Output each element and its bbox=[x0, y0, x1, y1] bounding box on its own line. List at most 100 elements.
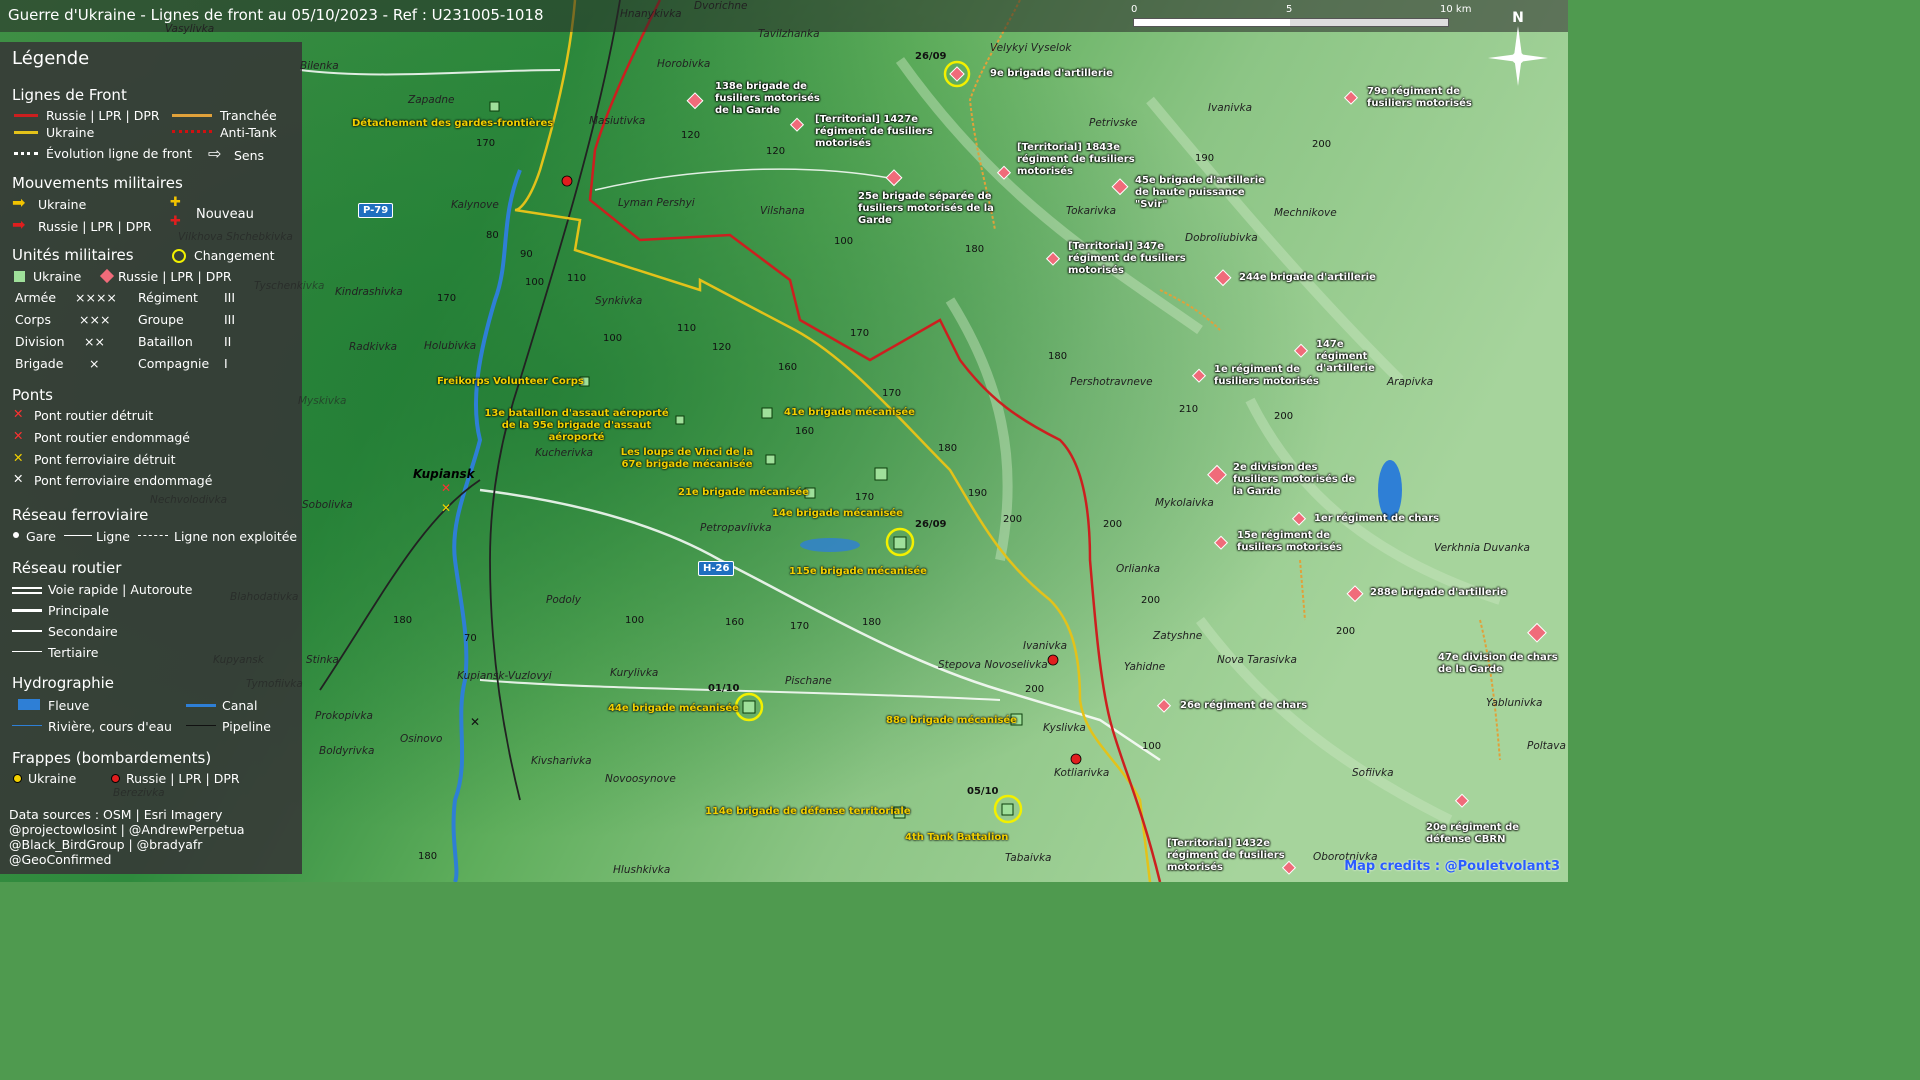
place-label: Mechnikove bbox=[1274, 207, 1337, 219]
place-label: Petropavlivka bbox=[700, 522, 772, 534]
place-label: Dvorichne bbox=[694, 0, 748, 12]
place-label: Tymofiivka bbox=[246, 678, 303, 690]
elevation-label: 200 bbox=[1312, 139, 1332, 150]
ua-unit-label: Détachement des gardes-frontières bbox=[352, 118, 554, 129]
legend-size-battalion: Bataillon bbox=[138, 334, 193, 349]
ru-unit-label: 15e régiment de fusiliers motorisés bbox=[1237, 530, 1342, 553]
north-arrow-icon: N bbox=[1488, 10, 1548, 86]
place-label: Kucherivka bbox=[535, 447, 594, 459]
place-label: Vilshana bbox=[760, 205, 805, 217]
place-label: Blahodativka bbox=[230, 591, 299, 603]
place-label: Sobolivka bbox=[302, 499, 353, 511]
elevation-label: 100 bbox=[525, 277, 545, 288]
ru-unit-label: 47e division de chars de la Garde bbox=[1438, 652, 1558, 675]
place-label: Kupyansk bbox=[213, 654, 264, 666]
svg-text:✕: ✕ bbox=[470, 715, 480, 729]
elevation-label: 100 bbox=[603, 333, 623, 344]
change-date-label: 01/10 bbox=[708, 683, 740, 694]
legend-hydro-stream: Rivière, cours d'eau bbox=[48, 719, 172, 734]
elevation-label: 200 bbox=[1336, 626, 1356, 637]
russia-move-arrow-icon: ➡ bbox=[12, 215, 26, 234]
elevation-label: 110 bbox=[677, 323, 697, 334]
ukraine-unit-icon bbox=[14, 271, 25, 282]
place-label: Vilkhova Shchebkivka bbox=[178, 231, 293, 243]
elevation-label: 170 bbox=[437, 293, 457, 304]
ua-unit-label: 44e brigade mécanisée bbox=[608, 703, 739, 714]
direction-arrow-icon: ⇨ bbox=[208, 144, 222, 163]
svg-text:✕: ✕ bbox=[441, 481, 451, 495]
change-date-label: 05/10 bbox=[967, 786, 999, 797]
elevation-label: 170 bbox=[855, 492, 875, 503]
rail-line-swatch bbox=[64, 535, 92, 536]
legend-units-change: Changement bbox=[194, 248, 275, 263]
elevation-label: 120 bbox=[712, 342, 732, 353]
legend-rail-line: Ligne bbox=[96, 529, 130, 544]
map-credit: Map credits : @Pouletvolant3 bbox=[1344, 859, 1560, 874]
rail-bridge-damaged-icon: ✕ bbox=[13, 471, 24, 486]
elevation-label: 200 bbox=[1103, 519, 1123, 530]
canal-swatch bbox=[186, 704, 216, 707]
place-label: Velykyi Vyselok bbox=[990, 42, 1072, 54]
legend-title: Légende bbox=[12, 48, 90, 69]
station-icon bbox=[13, 532, 19, 538]
elevation-label: 80 bbox=[486, 230, 499, 241]
ru-unit-label: 288e brigade d'artillerie bbox=[1370, 587, 1507, 598]
scale-label-10: 10 km bbox=[1440, 4, 1472, 15]
elevation-label: 200 bbox=[1141, 595, 1161, 606]
place-label: Kupiansk bbox=[413, 467, 475, 481]
ru-unit-label: [Territorial] 1427e régiment de fusilier… bbox=[815, 114, 933, 149]
place-label: Yablunivka bbox=[1486, 697, 1543, 709]
legend-hydro-pipeline: Pipeline bbox=[222, 719, 271, 734]
legend-road-heading: Réseau routier bbox=[12, 559, 122, 577]
place-label: Stinka bbox=[306, 654, 339, 666]
source-line-1: @projectowlosint | @AndrewPerpetua bbox=[9, 822, 245, 837]
ua-unit-label: Les loups de Vinci de la 67e brigade méc… bbox=[620, 447, 754, 470]
legend-hydro-heading: Hydrographie bbox=[12, 674, 114, 692]
legend-size-company-sym: I bbox=[224, 356, 228, 371]
elevation-label: 200 bbox=[1274, 411, 1294, 422]
place-label: Masiutivka bbox=[589, 115, 646, 127]
elevation-label: 170 bbox=[850, 328, 870, 339]
legend-move-new: Nouveau bbox=[196, 207, 254, 222]
legend-trench: Tranchée bbox=[220, 108, 277, 123]
legend-road-1: Principale bbox=[48, 603, 109, 618]
elevation-label: 190 bbox=[1195, 153, 1215, 164]
place-label: Zapadne bbox=[408, 94, 455, 106]
place-label: Zatyshne bbox=[1153, 630, 1203, 642]
source-line-3: @GeoConfirmed bbox=[9, 852, 112, 867]
ru-unit-label: [Territorial] 1843e régiment de fusilier… bbox=[1017, 142, 1135, 177]
legend-evolution-swatch bbox=[14, 152, 38, 155]
river-swatch bbox=[18, 699, 40, 710]
road-label-h26: H-26 bbox=[698, 561, 735, 576]
svg-text:✕: ✕ bbox=[441, 501, 451, 515]
ru-unit-label: 2e division des fusiliers motorisés de l… bbox=[1233, 462, 1356, 497]
pipeline-swatch bbox=[186, 725, 216, 726]
elevation-label: 180 bbox=[862, 617, 882, 628]
place-label: Stepova Novoselivka bbox=[938, 659, 1048, 671]
elevation-label: 110 bbox=[567, 273, 587, 284]
russia-strike-icon bbox=[111, 774, 120, 783]
elevation-label: 100 bbox=[1142, 741, 1162, 752]
elevation-label: 180 bbox=[1048, 351, 1068, 362]
legend-bridges-heading: Ponts bbox=[12, 386, 53, 404]
place-label: Horobivka bbox=[657, 58, 711, 70]
legend-ukraine-line-swatch bbox=[14, 131, 38, 134]
road-tertiary-swatch bbox=[12, 651, 42, 652]
scale-label-0: 0 bbox=[1131, 4, 1138, 15]
legend-units-russia: Russie | LPR | DPR bbox=[118, 269, 232, 284]
elevation-label: 160 bbox=[795, 426, 815, 437]
place-label: Yahidne bbox=[1124, 661, 1166, 673]
place-label: Ivanivka bbox=[1023, 640, 1068, 652]
legend-front-heading: Lignes de Front bbox=[12, 86, 127, 104]
scale-label-5: 5 bbox=[1286, 4, 1293, 15]
legend-hydro-river: Fleuve bbox=[48, 698, 90, 713]
elevation-label: 170 bbox=[790, 621, 810, 632]
place-label: Tyschenkivka bbox=[254, 280, 325, 292]
legend-units-ukraine: Ukraine bbox=[33, 269, 82, 284]
elevation-label: 200 bbox=[1003, 514, 1023, 525]
ru-unit-label: [Territorial] 1432e régiment de fusilier… bbox=[1167, 838, 1285, 873]
place-label: Dobroliubivka bbox=[1185, 232, 1258, 244]
elevation-label: 160 bbox=[725, 617, 745, 628]
place-label: Hlushkivka bbox=[613, 864, 671, 876]
legend-front-ukraine: Ukraine bbox=[46, 125, 95, 140]
